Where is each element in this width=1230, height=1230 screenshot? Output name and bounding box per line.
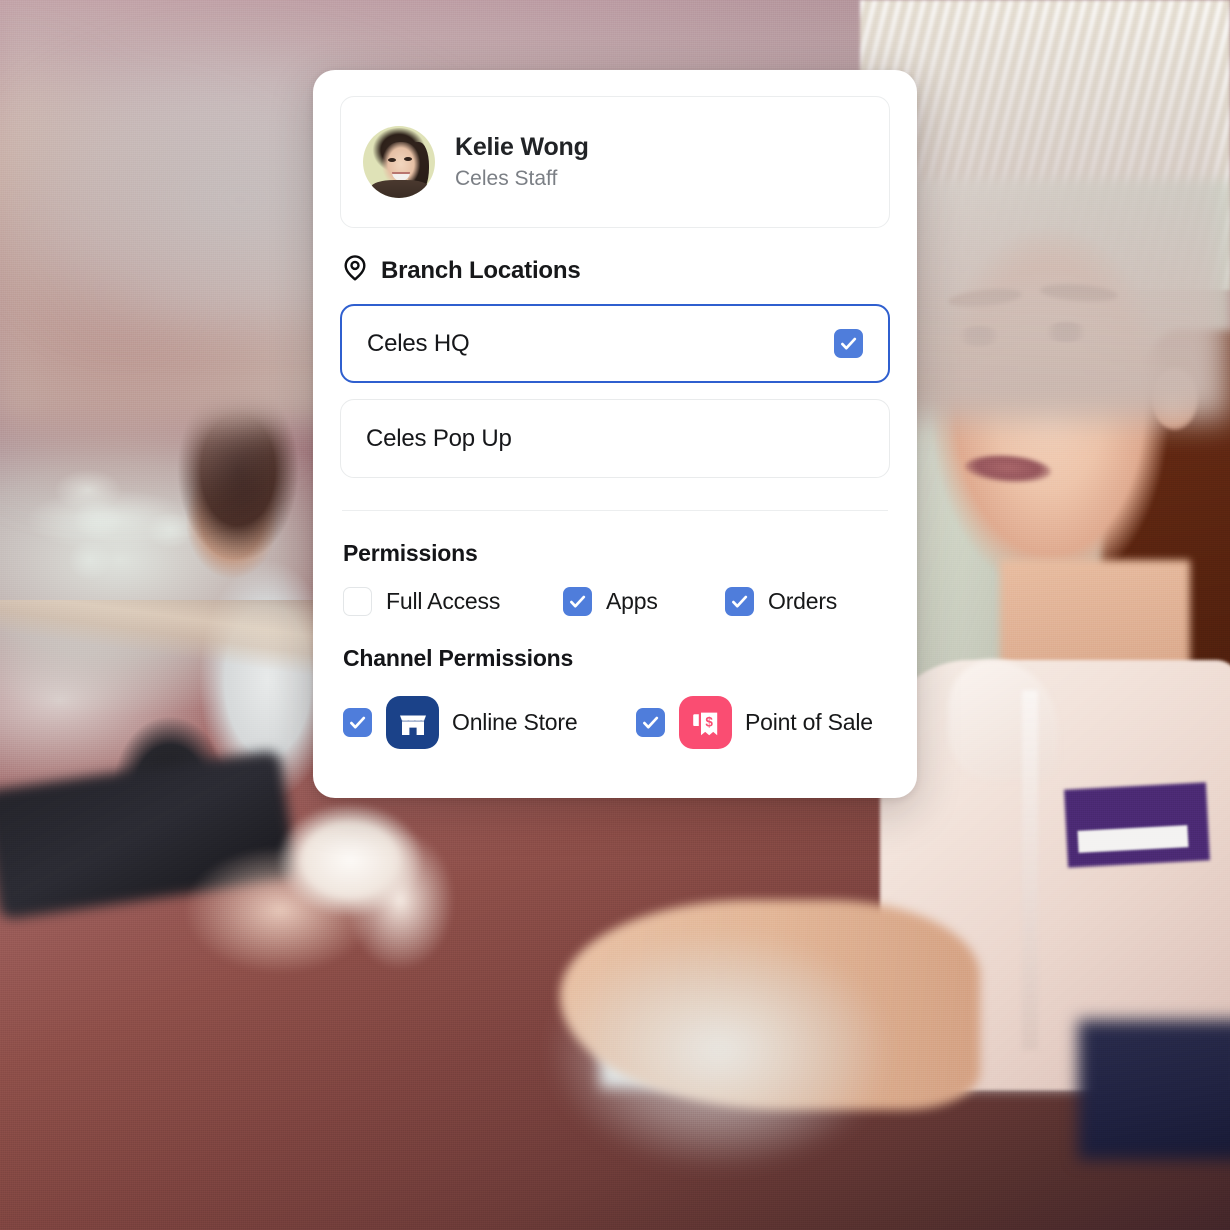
branch-locations-title: Branch Locations bbox=[381, 257, 581, 284]
receipt-dollar-icon: $ bbox=[679, 696, 732, 749]
section-divider bbox=[342, 510, 888, 511]
foreground-glass-counter bbox=[520, 930, 920, 1190]
avatar-eye-right bbox=[404, 157, 412, 161]
channel-checkbox-checked[interactable] bbox=[343, 708, 372, 737]
staff-permissions-panel: Kelie Wong Celes Staff Branch Locations … bbox=[313, 70, 917, 798]
branch-location-checkbox-checked[interactable] bbox=[834, 329, 863, 358]
permission-label: Full Access bbox=[386, 588, 501, 614]
permissions-row: Full Access Apps Orders bbox=[343, 587, 890, 616]
channel-permission-point-of-sale[interactable]: $ Point of Sale bbox=[636, 696, 873, 749]
branch-location-row-celes-hq[interactable]: Celes HQ bbox=[340, 304, 890, 383]
svg-text:$: $ bbox=[705, 714, 713, 729]
channel-permissions-title: Channel Permissions bbox=[343, 645, 574, 671]
storefront-icon bbox=[386, 696, 439, 749]
branch-location-label: Celes HQ bbox=[367, 329, 470, 357]
permission-checkbox-checked[interactable] bbox=[563, 587, 592, 616]
permission-checkbox-unchecked[interactable] bbox=[343, 587, 372, 616]
permission-full-access[interactable]: Full Access bbox=[343, 587, 563, 616]
subject-shirt-placket bbox=[1022, 690, 1038, 1050]
online-store-channel: Online Store bbox=[386, 696, 578, 749]
channel-checkbox-checked[interactable] bbox=[636, 708, 665, 737]
channel-permission-online-store[interactable]: Online Store bbox=[343, 696, 636, 749]
avatar-shoulders bbox=[371, 180, 429, 198]
permission-label: Orders bbox=[768, 588, 838, 614]
branch-location-label: Celes Pop Up bbox=[366, 424, 512, 452]
profile-text-block: Kelie Wong Celes Staff bbox=[455, 132, 589, 192]
subject-skirt bbox=[1078, 1020, 1230, 1160]
channel-permissions-row: Online Store $ Point of Sale bbox=[343, 696, 890, 749]
point-of-sale-channel: $ Point of Sale bbox=[679, 696, 873, 749]
foreground-hands bbox=[150, 770, 570, 1000]
permission-orders[interactable]: Orders bbox=[725, 587, 837, 616]
staff-profile-card[interactable]: Kelie Wong Celes Staff bbox=[340, 96, 890, 228]
subject-name-badge bbox=[1064, 782, 1210, 868]
avatar bbox=[363, 126, 435, 198]
staff-name: Kelie Wong bbox=[455, 132, 589, 161]
staff-role: Celes Staff bbox=[455, 166, 558, 190]
map-pin-icon bbox=[342, 254, 368, 288]
avatar-eye-left bbox=[388, 158, 396, 162]
channel-label: Online Store bbox=[452, 709, 578, 735]
screenshot-scene: Kelie Wong Celes Staff Branch Locations … bbox=[0, 0, 1230, 1230]
permission-apps[interactable]: Apps bbox=[563, 587, 725, 616]
permission-label: Apps bbox=[606, 588, 658, 614]
permissions-title: Permissions bbox=[343, 540, 478, 566]
permission-checkbox-checked[interactable] bbox=[725, 587, 754, 616]
branch-locations-header: Branch Locations bbox=[342, 254, 890, 288]
branch-location-row-celes-pop-up[interactable]: Celes Pop Up bbox=[340, 399, 890, 478]
channel-label: Point of Sale bbox=[745, 709, 873, 735]
